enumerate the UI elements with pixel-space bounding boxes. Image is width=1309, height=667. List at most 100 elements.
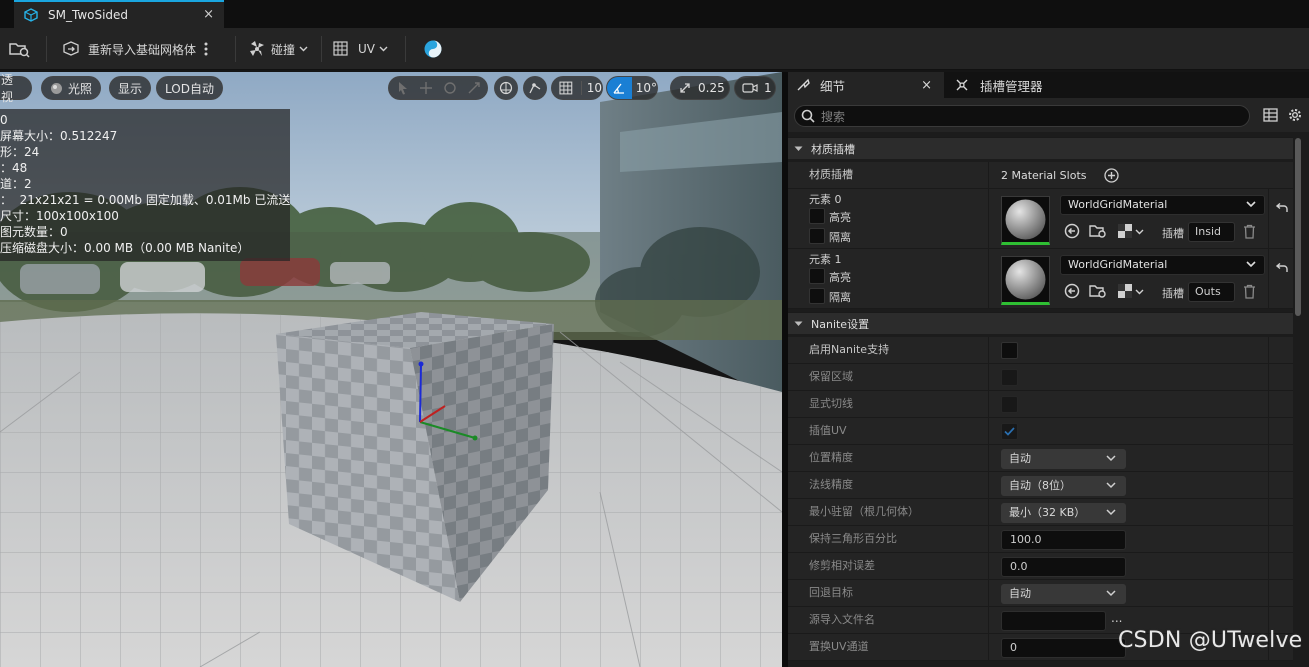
section-header-nanite[interactable]: Nanite设置 [788,312,1293,334]
enable-nanite-label: 启用Nanite支持 [809,343,890,356]
collision-icon [250,41,264,56]
element-name: 元素 0 [809,193,842,206]
use-selected-icon[interactable] [1064,223,1080,239]
rotation-snap-control[interactable]: 10° [606,76,658,100]
fallback-target-label: 回退目标 [809,586,853,599]
chevron-down-icon [379,46,388,52]
highlight-checkbox[interactable] [809,268,825,284]
watermark: CSDN @UTwelve [1118,628,1303,653]
trash-icon[interactable] [1243,224,1256,239]
reimport-button[interactable]: 重新导入基础网格体 [62,28,208,70]
show-button[interactable]: 显示 [109,76,152,100]
chevron-down-icon[interactable] [1135,289,1144,295]
asset-tab[interactable]: SM_TwoSided × [14,0,224,28]
row-enable-nanite: 启用Nanite支持 [788,337,1293,364]
main-toolbar: 重新导入基础网格体 碰撞 UV [0,28,1309,70]
angle-icon [613,83,625,94]
surface-snap-toggle[interactable] [523,76,547,100]
source-import-filename-input[interactable] [1001,611,1106,631]
use-selected-icon[interactable] [1064,283,1080,299]
material-dropdown[interactable]: WorldGridMaterial [1060,255,1265,275]
add-slot-icon[interactable] [1104,168,1119,183]
keep-triangle-percent-input[interactable]: 100.0 [1001,530,1126,550]
chevron-down-icon [299,46,308,52]
static-mesh-editor: SM_TwoSided × 重新导入基础网格体 碰撞 UV 透视 光照 显示 L… [0,0,1309,667]
reimport-icon [63,41,79,56]
normal-precision-dropdown[interactable]: 自动（8位） [1001,476,1126,496]
browse-asset-icon[interactable] [1089,283,1107,299]
reimport-label: 重新导入基础网格体 [88,42,197,57]
move-icon[interactable] [419,81,433,95]
section-materials-title: 材质插槽 [811,142,855,156]
isolate-checkbox[interactable] [809,288,825,304]
uv-menu[interactable]: UV [332,28,388,70]
slot-name-input[interactable]: Insid [1188,222,1235,242]
trash-icon[interactable] [1243,284,1256,299]
close-icon[interactable]: × [921,78,932,93]
chevron-down-icon[interactable] [1135,229,1144,235]
close-icon[interactable]: × [203,7,214,22]
transform-tools [388,76,488,100]
material-thumbnail[interactable] [1001,196,1050,245]
rotation-snap-value: 10° [635,81,657,95]
tab-details[interactable]: 细节 × [788,72,944,98]
slot-name-input[interactable]: Outs [1188,282,1235,302]
scale-icon[interactable] [467,81,481,95]
stats-line: 屏幕大小：0.512247 [0,129,118,143]
fallback-target-value: 自动 [1009,587,1031,600]
grid-icon [559,81,573,95]
material-slots-label: 材质插槽 [809,168,853,181]
select-icon[interactable] [397,81,409,95]
table-view-icon[interactable] [1263,108,1278,122]
trim-relative-error-input[interactable]: 0.0 [1001,557,1126,577]
material-sphere-icon [1005,259,1046,300]
reset-arrow-icon[interactable] [1275,263,1288,274]
reset-arrow-icon[interactable] [1275,203,1288,214]
min-residency-dropdown[interactable]: 最小（32 KB） [1001,503,1126,523]
browse-button[interactable] [8,28,32,70]
explicit-tangents-checkbox [1001,396,1018,413]
lerp-uvs-checkbox [1001,423,1018,440]
tab-socket-manager[interactable]: 插槽管理器 [948,72,1118,98]
slot-label: 插槽 [1162,287,1184,300]
position-precision-dropdown[interactable]: 自动 [1001,449,1126,469]
enable-nanite-checkbox[interactable] [1001,342,1018,359]
gear-icon[interactable] [1287,107,1303,123]
explicit-tangents-label: 显式切线 [809,397,853,410]
fallback-target-dropdown[interactable]: 自动 [1001,584,1126,604]
details-scrollbar[interactable] [1295,138,1301,316]
rotate-icon[interactable] [443,81,457,95]
tab-details-label: 细节 [820,78,846,94]
panel-tabs: 细节 × 插槽管理器 [788,72,1309,98]
collision-menu[interactable]: 碰撞 [247,28,308,70]
isolate-label: 隔离 [829,291,851,304]
material-thumbnail[interactable] [1001,256,1050,305]
grid-snap-control[interactable]: 10 [551,76,603,100]
lod-button[interactable]: LOD自动 [156,76,223,100]
perspective-button[interactable]: 透视 [0,73,32,104]
scale-snap-value: 0.25 [698,81,725,95]
material-dropdown[interactable]: WorldGridMaterial [1060,195,1265,215]
camera-speed-value: 1 [764,81,772,95]
grid-snap-value: 10 [580,81,602,95]
displacement-uv-channel-input[interactable]: 0 [1001,638,1126,658]
details-panel: 细节 × 插槽管理器 搜索 材质插槽 材质插槽 2 Material Slots [788,72,1309,667]
lit-mode-button[interactable]: 光照 [41,76,102,100]
browse-asset-icon[interactable] [1089,223,1107,239]
highlight-checkbox[interactable] [809,208,825,224]
preview-scene-button[interactable] [423,28,443,70]
checker-icon[interactable] [1118,284,1132,298]
search-input[interactable]: 搜索 [794,105,1250,127]
stats-line: 尺寸：100x100x100 [0,209,119,223]
checker-icon[interactable] [1118,224,1132,238]
row-trim-relative-error: 修剪相对误差 0.0 [788,553,1293,580]
isolate-checkbox[interactable] [809,228,825,244]
viewport[interactable]: 透视 光照 显示 LOD自动 10 10° 0.25 1 0 屏幕大小：0.51… [0,72,782,667]
camera-speed-control[interactable]: 1 [734,76,776,100]
browse-file-button[interactable]: ... [1111,611,1122,625]
world-local-toggle[interactable] [494,76,518,100]
keep-triangle-percent-label: 保持三角形百分比 [809,532,897,545]
scale-snap-control[interactable]: 0.25 [670,76,730,100]
more-options-icon[interactable] [204,42,208,56]
section-header-materials[interactable]: 材质插槽 [788,137,1293,159]
